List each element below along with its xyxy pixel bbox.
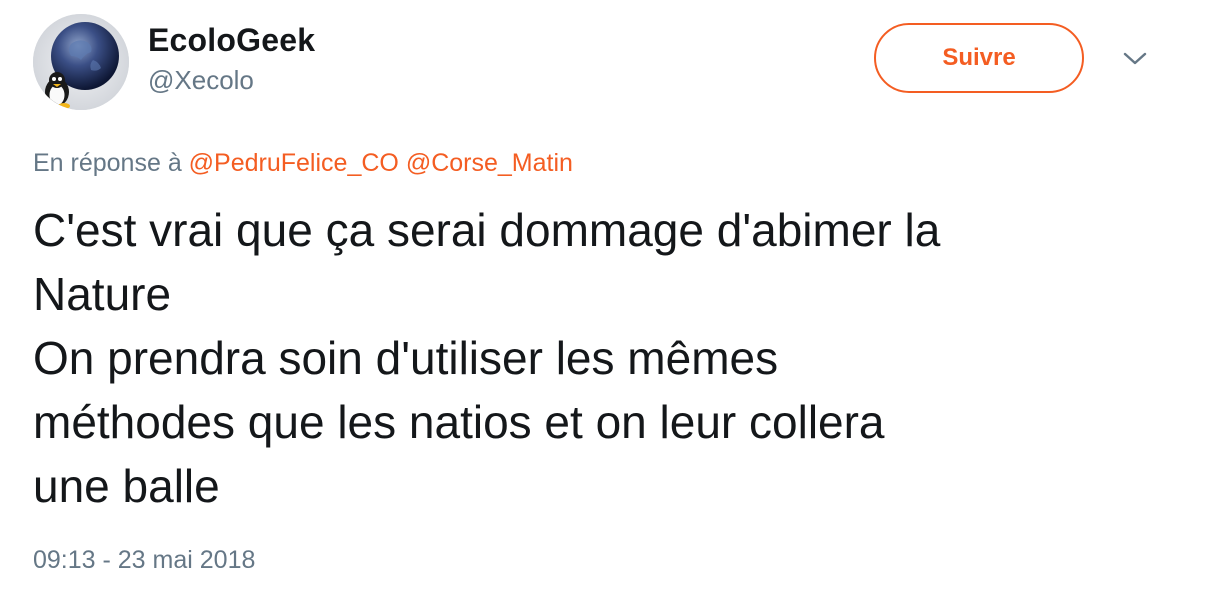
tweet-timestamp[interactable]: 09:13 - 23 mai 2018 bbox=[33, 546, 255, 575]
mention-link[interactable]: @PedruFelice_CO bbox=[189, 149, 399, 177]
tweet-text-line: une balle bbox=[33, 460, 220, 512]
tweet-card: EcoloGeek @Xecolo Suivre En réponse à @P… bbox=[0, 0, 1216, 612]
display-name[interactable]: EcoloGeek bbox=[148, 22, 315, 59]
chevron-down-icon bbox=[1123, 52, 1147, 65]
globe-penguin-avatar-icon bbox=[33, 14, 129, 110]
tweet-text-line: C'est vrai que ça serai dommage d'abimer… bbox=[33, 204, 941, 256]
reply-prefix: En réponse à bbox=[33, 149, 182, 177]
tweet-text-line: méthodes que les natios et on leur colle… bbox=[33, 396, 885, 448]
follow-button[interactable]: Suivre bbox=[874, 23, 1084, 93]
mention-link[interactable]: @Corse_Matin bbox=[406, 149, 573, 177]
more-options-button[interactable] bbox=[1120, 44, 1150, 74]
tweet-text: C'est vrai que ça serai dommage d'abimer… bbox=[33, 198, 1183, 518]
avatar[interactable] bbox=[33, 14, 129, 110]
reply-context: En réponse à @PedruFelice_CO @Corse_Mati… bbox=[33, 149, 573, 178]
tweet-text-line: On prendra soin d'utiliser les mêmes bbox=[33, 332, 779, 384]
user-handle[interactable]: @Xecolo bbox=[148, 65, 254, 96]
tweet-text-line: Nature bbox=[33, 268, 172, 320]
